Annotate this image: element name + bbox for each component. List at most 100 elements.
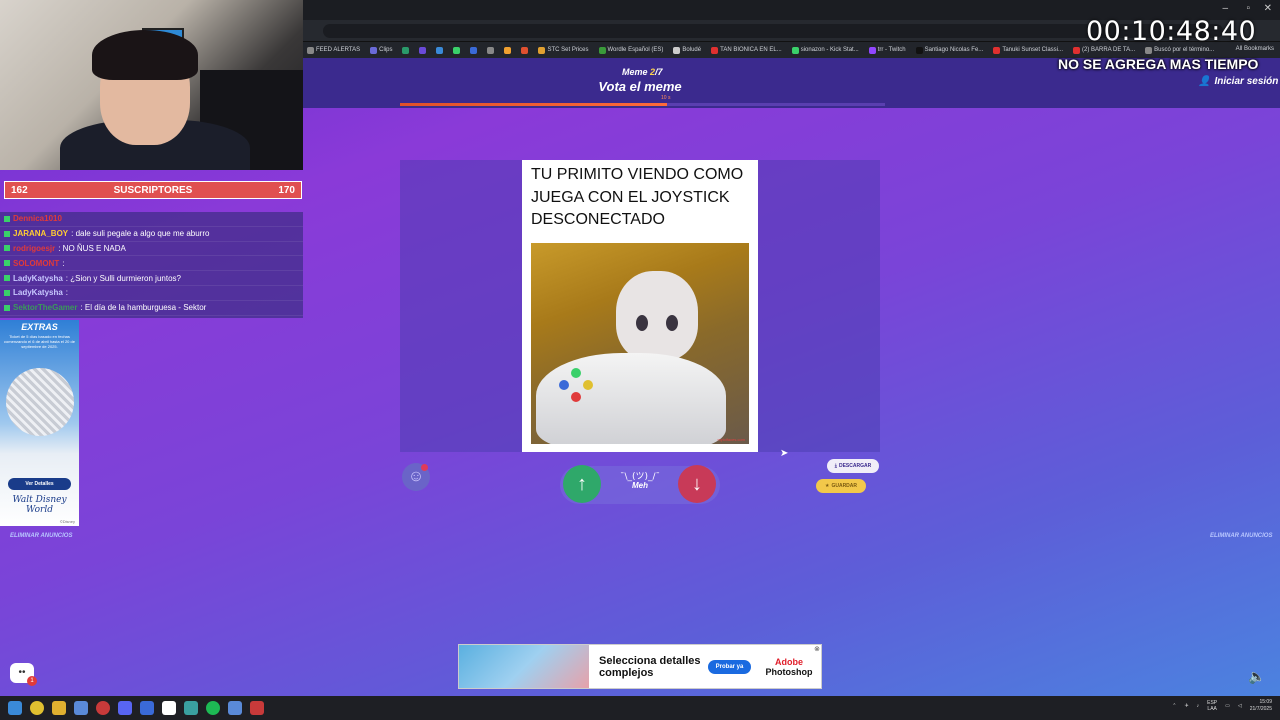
ad-brand-logo: Walt Disney World (12, 495, 67, 515)
bookmark-item[interactable] (436, 46, 444, 54)
upvote-button[interactable]: ↑ (563, 465, 601, 503)
remove-ads-right[interactable]: ELIMINAR ANUNCIOS (1210, 533, 1272, 539)
obs-icon[interactable] (162, 701, 176, 715)
login-button[interactable]: 👤 Iniciar sesión (1198, 76, 1278, 87)
chat-bubble-icon[interactable]: •• 1 (10, 663, 37, 686)
star-icon: ★ (824, 483, 830, 489)
chat-badge-icon (4, 275, 10, 282)
chrome-icon[interactable] (30, 701, 44, 715)
bookmark-item[interactable] (521, 46, 529, 54)
downvote-button[interactable]: ↓ (678, 465, 716, 503)
bookmark-item[interactable] (453, 46, 461, 54)
chat-username: SOLOMONT (13, 258, 60, 268)
chat-text: : (65, 288, 69, 298)
chat-message: SOLOMONT: (0, 256, 303, 272)
chat-username: rodrigoesjr (13, 243, 56, 253)
ad-close-icon[interactable]: ⊗ (814, 645, 820, 653)
chat-message: rodrigoesjr: NO ÑUS E NADA (0, 242, 303, 257)
bookmark-favicon-icon (436, 46, 444, 54)
arrow-down-icon: ↓ (692, 472, 702, 495)
bookmark-favicon-icon (598, 46, 606, 54)
telegram-icon[interactable] (74, 701, 88, 715)
subs-label: SUSCRIPTORES (113, 184, 193, 196)
download-button[interactable]: ⤓ DESCARGAR (827, 459, 879, 473)
speaker-tray-icon[interactable]: ◁ (1238, 703, 1242, 709)
save-button[interactable]: ★ GUARDAR (816, 479, 866, 493)
emoji-reaction-button[interactable]: ☺ (402, 463, 430, 491)
chat-badge-icon (4, 215, 10, 222)
app-icon-3[interactable] (250, 701, 264, 715)
bookmark-item[interactable] (487, 46, 495, 54)
chat-badge-icon (4, 245, 10, 252)
app-icon[interactable] (96, 701, 110, 715)
spotify-icon[interactable] (206, 701, 220, 715)
bookmark-item[interactable]: Tanuki Sunset Classi... (993, 46, 1063, 54)
left-ad-banner[interactable]: EXTRAS Ticket de 5 días basado en fechas… (0, 320, 79, 526)
bookmark-item[interactable]: Clips (370, 46, 392, 54)
bookmark-item[interactable]: trr - Twitch (868, 46, 906, 54)
chevron-up-icon[interactable]: ⌃ (1172, 703, 1176, 709)
bookmark-item[interactable]: sionazon - Kick Stat... (791, 46, 859, 54)
download-icon: ⤓ (834, 463, 837, 469)
chat-username: SektorTheGamer (13, 303, 78, 313)
app-icon-2[interactable] (184, 701, 198, 715)
user-icon: 👤 (1198, 76, 1211, 87)
file-explorer-icon[interactable] (52, 701, 66, 715)
bookmark-item[interactable]: Boludé (673, 46, 701, 54)
bookmark-item[interactable]: Santiago Nicolas Fe... (915, 46, 983, 54)
meh-label[interactable]: Meh (605, 481, 675, 490)
monitor-tray-icon[interactable]: ▭ (1225, 703, 1230, 709)
minimize-icon[interactable]: – (1222, 3, 1228, 14)
close-icon[interactable]: ✕ (1264, 3, 1272, 14)
ad-details-button[interactable]: Ver Detalles (8, 478, 71, 490)
chat-username: LadyKatysha (13, 273, 63, 283)
bookmark-item[interactable]: Wordle Español (ES) (598, 46, 663, 54)
maximize-icon[interactable]: ▫ (1246, 3, 1250, 14)
bookmark-favicon-icon (307, 46, 314, 54)
bookmark-item[interactable]: STC Set Prices (538, 46, 589, 54)
bookmark-item[interactable] (402, 46, 410, 54)
bottom-ad-banner[interactable]: Selecciona detalles complejos Probar ya … (458, 644, 822, 689)
epcot-globe-image (6, 368, 74, 436)
discord-icon[interactable] (118, 701, 132, 715)
network-icon[interactable]: ✈ (1184, 703, 1188, 709)
chat-text: : El día de la hamburguesa - Sektor (80, 303, 207, 313)
page-title: Vota el meme (598, 79, 682, 94)
system-clock[interactable]: 15:09 21/7/2025 (1250, 699, 1272, 713)
chat-overlay: Dennica1010 JARANA_BOY: dale suli pegale … (0, 212, 303, 318)
chat-message: SektorTheGamer: El día de la hamburguesa… (0, 301, 303, 316)
app-window-icon[interactable] (140, 701, 154, 715)
subs-current: 162 (11, 184, 28, 196)
chat-text: : (62, 258, 65, 268)
bookmark-favicon-icon (711, 46, 719, 54)
ad-try-button[interactable]: Probar ya (708, 660, 751, 674)
subs-goal: 170 (278, 184, 295, 196)
steam-icon[interactable] (228, 701, 242, 715)
chat-badge-icon (4, 304, 10, 311)
bookmark-favicon-icon (791, 46, 799, 54)
subs-goal-bar: 162 SUSCRIPTORES 170 (4, 181, 302, 199)
stream-timer: 00:10:48:40 (1086, 16, 1257, 47)
bookmark-item[interactable]: Buscó por el término... (1145, 46, 1214, 54)
bookmark-item[interactable] (470, 46, 478, 54)
chat-message: JARANA_BOY: dale suli pegale a algo que … (0, 227, 303, 242)
bookmark-favicon-icon (470, 46, 478, 54)
chat-badge-icon (4, 289, 10, 296)
bookmark-favicon-icon (487, 46, 495, 54)
chat-message: LadyKatysha: ¿Sion y Sulli durmieron jun… (0, 271, 303, 286)
bookmark-item[interactable]: TAN BIONICA EN EL... (711, 46, 782, 54)
chat-text: : NO ÑUS E NADA (58, 243, 126, 253)
bookmark-item[interactable] (504, 46, 512, 54)
bookmark-item[interactable]: FEED ALERTAS (307, 46, 360, 54)
arrow-up-icon: ↑ (577, 472, 587, 495)
bookmark-item[interactable] (419, 46, 427, 54)
language-indicator[interactable]: ESP LAA (1207, 700, 1217, 712)
bookmark-favicon-icon (868, 46, 876, 54)
windows-start-icon[interactable] (8, 701, 22, 715)
bookmark-favicon-icon (673, 46, 681, 54)
remove-ads-left[interactable]: ELIMINAR ANUNCIOS (10, 533, 72, 539)
notification-dot (421, 464, 428, 471)
speaker-icon[interactable]: 🔈 (1248, 668, 1265, 685)
volume-icon[interactable]: ♪ (1197, 703, 1200, 709)
bookmark-item[interactable]: (2) BARRA DE TA... (1073, 46, 1135, 54)
